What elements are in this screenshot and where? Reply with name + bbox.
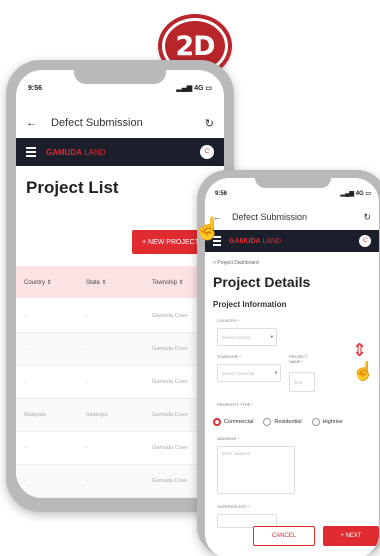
property-type-label: PROPERTY TYPE * — [217, 402, 254, 407]
column-header-state[interactable]: State ⇕ — [78, 279, 138, 286]
cell-country: Malaysia — [24, 412, 46, 418]
superior-label: SUPERIOR EXT. * — [217, 504, 251, 509]
showcase-stage: 2D 9:56 ▂▄▆ 4G ▭ ← Defect Submission ↻ G… — [0, 0, 380, 556]
cell-state: - — [86, 313, 88, 319]
country-select[interactable]: Select Country ▾ — [217, 328, 277, 346]
back-arrow-icon[interactable]: ← — [26, 117, 37, 129]
project-name-input[interactable]: Text — [289, 372, 315, 392]
avatar[interactable]: C — [200, 145, 214, 159]
radio-commercial[interactable]: Commercial — [213, 418, 253, 426]
table-row[interactable]: - - Gamuda Cove — [16, 300, 224, 333]
page-title: Project Details — [213, 274, 311, 290]
scroll-gesture-icon: ⇕☝ — [352, 340, 375, 381]
cell-state: - — [86, 346, 88, 352]
table-row[interactable]: - - Gamuda Cove — [16, 333, 224, 366]
brand-bar: GAMUDA LAND C — [205, 230, 379, 252]
cell-country: - — [24, 346, 26, 352]
breadcrumb[interactable]: < Project Dashboard — [213, 260, 259, 266]
township-select[interactable]: Select Township ▾ — [217, 364, 281, 382]
cell-state: - — [86, 445, 88, 451]
header-title: Defect Submission — [51, 117, 143, 129]
avatar[interactable]: C — [359, 235, 371, 247]
cell-country: - — [24, 313, 26, 319]
cancel-button[interactable]: CANCEL — [253, 526, 315, 546]
radio-highrise[interactable]: Highrise — [311, 418, 343, 426]
app-header: ← Defect Submission ↻ — [16, 112, 224, 134]
address-textarea[interactable]: Enter address — [217, 446, 295, 494]
status-time: 9:56 — [215, 190, 228, 197]
cell-country: - — [24, 379, 26, 385]
table-row[interactable]: - - Gamuda Cove — [16, 366, 224, 399]
radio-unselected-icon — [311, 418, 320, 426]
cell-state: Selangor — [86, 412, 109, 418]
app-header: ← Defect Submission ↻ — [205, 208, 379, 226]
cell-state: - — [86, 478, 88, 484]
status-bar: 9:56 ▂▄▆ 4G ▭ — [28, 84, 212, 93]
cell-country: - — [24, 478, 26, 484]
brand-logo: GAMUDA LAND — [46, 147, 106, 157]
status-time: 9:56 — [28, 84, 43, 92]
header-title: Defect Submission — [232, 212, 308, 222]
cell-country: - — [24, 445, 26, 451]
status-bar: 9:56 ▂▄▆ 4G ▭ — [215, 190, 371, 198]
next-button[interactable]: + NEXT — [323, 526, 379, 546]
property-type-group: Commercial Residential Highrise — [213, 418, 353, 426]
country-label: COUNTRY * — [217, 318, 240, 323]
radio-unselected-icon — [263, 418, 272, 426]
brand-logo: GAMUDA LAND — [229, 237, 282, 245]
cell-state: - — [86, 379, 88, 385]
column-header-country[interactable]: Country ⇕ — [16, 279, 78, 286]
refresh-icon[interactable]: ↻ — [363, 212, 371, 223]
address-label: ADDRESS * — [217, 436, 240, 441]
page-title: Project List — [26, 178, 119, 197]
phone-notch — [255, 178, 331, 188]
phone-screen-left: 9:56 ▂▄▆ 4G ▭ ← Defect Submission ↻ GAMU… — [16, 70, 224, 498]
phone-notch — [74, 70, 166, 84]
radio-selected-icon — [213, 418, 221, 426]
brand-bar: GAMUDA LAND C — [16, 138, 224, 166]
hamburger-menu-icon[interactable] — [26, 145, 36, 159]
signal-icon: ▂▄▆ 4G ▭ — [340, 191, 371, 197]
table-row[interactable]: - - Gamuda Cove — [16, 465, 224, 498]
table-header: Country ⇕ State ⇕ Township ⇕ — [16, 266, 224, 298]
township-label: TOWNSHIP * — [217, 354, 242, 359]
refresh-icon[interactable]: ↻ — [205, 117, 214, 130]
project-name-label: PROJECT NAME * — [289, 354, 308, 364]
signal-icon: ▂▄▆ 4G ▭ — [176, 85, 212, 92]
section-title: Project Information — [213, 300, 287, 309]
table-row[interactable]: - - Gamuda Cove — [16, 432, 224, 465]
tap-hand-icon: ☝ — [194, 216, 222, 241]
radio-residential[interactable]: Residential — [263, 418, 302, 426]
table-row[interactable]: Malaysia Selangor Gamuda Cove — [16, 399, 224, 432]
